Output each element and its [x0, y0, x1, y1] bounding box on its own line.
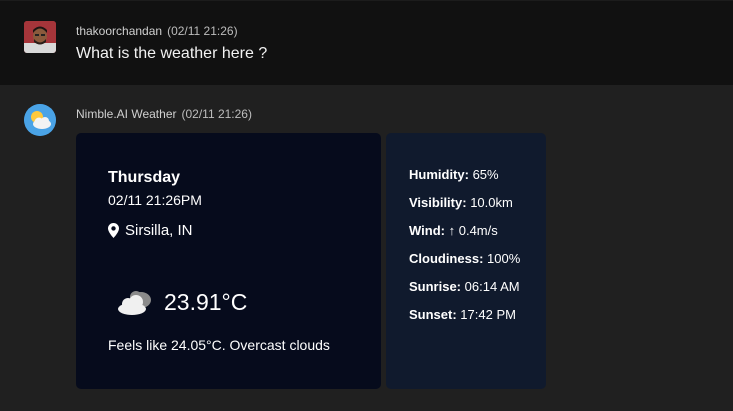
user-message: thakoorchandan (02/11 21:26) What is the … [0, 0, 733, 85]
humidity-label: Humidity: [409, 167, 469, 182]
wind-label: Wind: [409, 223, 445, 238]
bot-message: Nimble.AI Weather (02/11 21:26) Thursday … [0, 85, 733, 411]
wind-value: ↑ 0.4m/s [448, 223, 498, 238]
overcast-clouds-icon [118, 291, 151, 315]
user-timestamp: (02/11 21:26) [167, 24, 238, 38]
stat-sunrise: Sunrise: 06:14 AM [409, 279, 520, 294]
sunset-label: Sunset: [409, 307, 457, 322]
weather-description: Feels like 24.05°C. Overcast clouds [108, 337, 330, 353]
bot-username[interactable]: Nimble.AI Weather [76, 107, 176, 121]
stat-visibility: Visibility: 10.0km [409, 195, 513, 210]
user-username[interactable]: thakoorchandan [76, 24, 162, 38]
weather-app-icon [24, 104, 56, 136]
cloudiness-label: Cloudiness: [409, 251, 484, 266]
visibility-value: 10.0km [470, 195, 513, 210]
stat-sunset: Sunset: 17:42 PM [409, 307, 516, 322]
weather-datetime: 02/11 21:26PM [108, 192, 202, 208]
user-avatar[interactable] [24, 21, 56, 53]
weather-day: Thursday [108, 169, 181, 186]
temperature-row: 23.91°C [114, 287, 247, 317]
stat-humidity: Humidity: 65% [409, 167, 499, 182]
stat-cloudiness: Cloudiness: 100% [409, 251, 520, 266]
weather-card-stats: Humidity: 65% Visibility: 10.0km Wind: ↑… [386, 133, 546, 389]
bot-message-meta: Nimble.AI Weather (02/11 21:26) [76, 107, 252, 121]
visibility-label: Visibility: [409, 195, 467, 210]
bot-timestamp: (02/11 21:26) [181, 107, 252, 121]
weather-card-main: Thursday 02/11 21:26PM Sirsilla, IN 23.9… [76, 133, 381, 389]
user-message-meta: thakoorchandan (02/11 21:26) [76, 24, 238, 38]
location-text: Sirsilla, IN [125, 222, 193, 239]
temperature-value: 23.91°C [164, 288, 248, 315]
sunrise-label: Sunrise: [409, 279, 462, 294]
user-message-text: What is the weather here ? [76, 45, 268, 62]
bot-avatar[interactable] [24, 104, 56, 136]
stat-wind: Wind: ↑ 0.4m/s [409, 223, 498, 238]
weather-location: Sirsilla, IN [108, 222, 193, 239]
location-pin-icon [108, 223, 119, 238]
sunset-value: 17:42 PM [460, 307, 516, 322]
humidity-value: 65% [472, 167, 499, 182]
sunrise-value: 06:14 AM [464, 279, 520, 294]
cloudiness-value: 100% [487, 251, 521, 266]
